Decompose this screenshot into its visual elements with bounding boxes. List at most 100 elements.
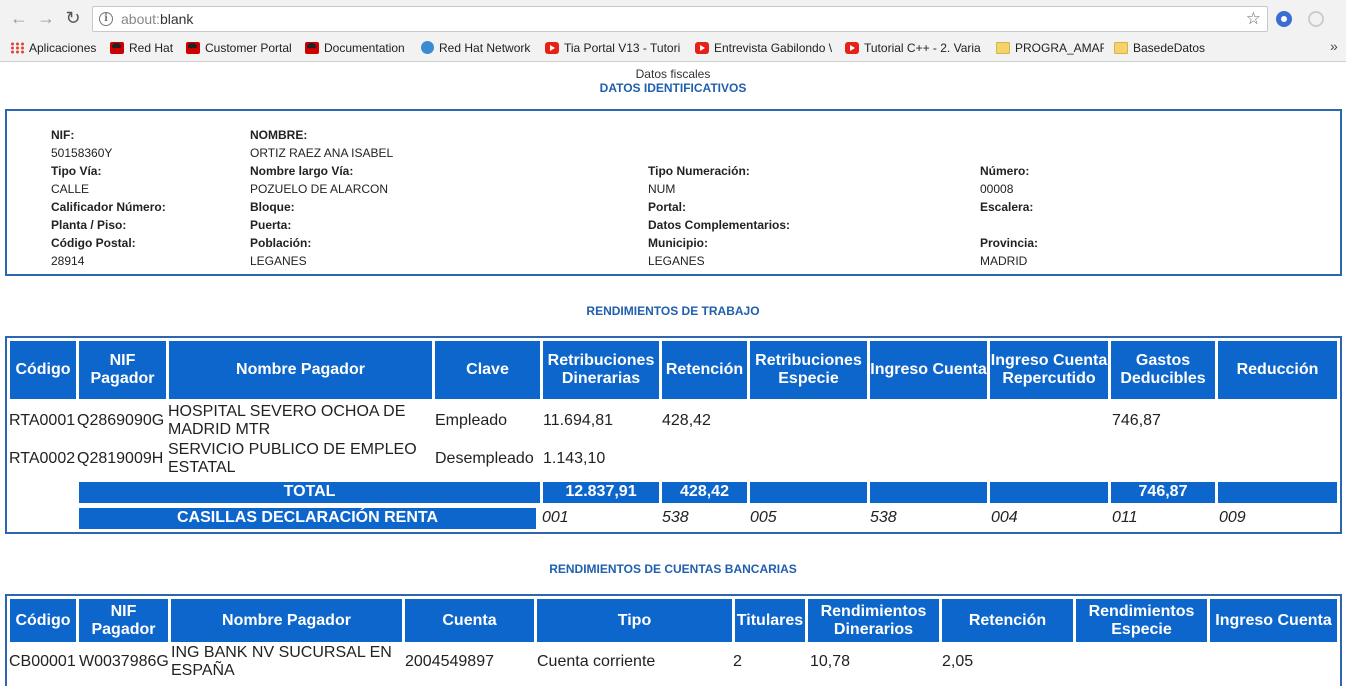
ident-heading: DATOS IDENTIFICATIVOS (599, 81, 747, 95)
bookmark-item[interactable]: Customer Portal (186, 39, 296, 57)
bookmarks-overflow-chevron-icon[interactable]: » (1330, 38, 1338, 54)
bookmark-item[interactable]: Tutorial C++ - 2. Varia (845, 39, 982, 57)
bookmark-item[interactable]: BasedeDatos (1114, 39, 1214, 57)
column-header: Retención (942, 599, 1073, 642)
bookmark-star-icon[interactable]: ☆ (1246, 9, 1261, 29)
casilla-cell: 538 (662, 509, 689, 526)
bookmark-label: BasedeDatos (1133, 41, 1206, 55)
table-cell: SERVICIO PUBLICO DE EMPLEO ESTATAL (168, 441, 417, 476)
info-icon[interactable]: i (99, 12, 113, 26)
table-cell: 2004549897 (405, 653, 494, 670)
nombre-label: NOMBRE: (250, 128, 308, 142)
total-cell (990, 482, 1108, 503)
bookmark-apps[interactable]: Aplicaciones (10, 39, 100, 57)
extension-icon[interactable] (1276, 11, 1292, 27)
bookmark-label: Entrevista Gabilondo \ (714, 41, 832, 55)
bloque-label: Bloque: (250, 200, 295, 214)
column-header: NIF Pagador (79, 599, 168, 642)
globe-icon (421, 41, 434, 54)
extension-icon[interactable] (1308, 11, 1324, 27)
table-cell: 746,87 (1112, 412, 1161, 429)
bookmark-item[interactable]: Documentation (305, 39, 412, 57)
column-header: Titulares (735, 599, 805, 642)
provincia-label: Provincia: (980, 236, 1039, 250)
bookmark-item[interactable]: Entrevista Gabilondo \ (695, 39, 832, 57)
cp-value: 28914 (51, 254, 85, 268)
municipio-label: Municipio: (648, 236, 708, 250)
column-header: Código (10, 341, 76, 399)
table-cell: 1.143,10 (543, 450, 606, 467)
address-bar[interactable]: i about:blank ☆ (92, 6, 1268, 32)
provincia-value: MADRID (980, 254, 1028, 268)
table-cell: 11.694,81 (543, 412, 613, 429)
url-path: blank (159, 11, 194, 27)
bookmark-label: Customer Portal (205, 41, 292, 55)
cp-label: Código Postal: (51, 236, 136, 250)
youtube-icon (545, 42, 559, 54)
column-header: Retribuciones Especie (750, 341, 867, 399)
numero-value: 00008 (980, 182, 1014, 196)
column-header: Nombre Pagador (169, 341, 432, 399)
reload-icon[interactable]: ↻ (63, 8, 83, 28)
url-scheme: about: (121, 11, 160, 27)
column-header: Ingreso Cuenta (1210, 599, 1337, 642)
table-cell: CB00001 (9, 653, 76, 670)
table-cell: Desempleado (435, 450, 534, 467)
escalera-label: Escalera: (980, 200, 1034, 214)
total-cell (750, 482, 867, 503)
casilla-cell: 011 (1112, 509, 1138, 526)
bookmark-label: Documentation (324, 41, 405, 55)
tipo-num-label: Tipo Numeración: (648, 164, 750, 178)
bookmarks-bar: Aplicaciones Red Hat Customer Portal Doc… (0, 37, 1346, 59)
puerta-label: Puerta: (250, 218, 292, 232)
column-header: Reducción (1218, 341, 1337, 399)
nif-value: 50158360Y (51, 146, 113, 160)
table-cell: Q2819009H (77, 450, 164, 467)
cuentas-table: Código NIF Pagador Nombre Pagador Cuenta… (5, 594, 1342, 686)
bookmark-label: Red Hat Network (439, 41, 531, 55)
table-cell: RTA0001 (9, 412, 76, 429)
table-cell: Q2869090G (77, 412, 165, 429)
total-cell (1218, 482, 1337, 503)
folder-icon (1114, 42, 1128, 54)
trabajo-heading: RENDIMIENTOS DE TRABAJO (586, 304, 760, 318)
ident-panel: NIF: 50158360Y NOMBRE: ORTIZ RAEZ ANA IS… (5, 109, 1342, 276)
bookmark-item[interactable]: PROGRA_AMAR (996, 39, 1104, 57)
bookmark-item[interactable]: Red Hat (110, 39, 178, 57)
table-cell: Empleado (435, 412, 508, 429)
bookmark-label: Tia Portal V13 - Tutori (564, 41, 681, 55)
trabajo-table: Código NIF Pagador Nombre Pagador Clave … (5, 336, 1342, 534)
column-header: Tipo (537, 599, 732, 642)
forward-arrow-icon[interactable]: → (36, 8, 56, 28)
bookmark-label: Red Hat (129, 41, 174, 55)
redhat-icon (110, 42, 124, 54)
casilla-cell: 005 (750, 509, 777, 526)
portal-label: Portal: (648, 200, 687, 214)
column-header: Nombre Pagador (171, 599, 402, 642)
table-cell: ING BANK NV SUCURSAL EN ESPAÑA (171, 644, 392, 679)
column-header: Clave (435, 341, 540, 399)
municipio-value: LEGANES (648, 254, 705, 268)
folder-icon (996, 42, 1010, 54)
column-header: NIF Pagador (79, 341, 166, 399)
casillas-label: CASILLAS DECLARACIÓN RENTA (79, 508, 536, 529)
table-cell: W0037986G (79, 653, 169, 670)
column-header: Gastos Deducibles (1111, 341, 1215, 399)
column-header: Retención (662, 341, 747, 399)
youtube-icon (695, 42, 709, 54)
url-text[interactable]: about:blank (121, 11, 193, 27)
bookmark-item[interactable]: Red Hat Network (421, 39, 537, 57)
table-cell: Cuenta corriente (537, 653, 656, 670)
column-header: Cuenta (405, 599, 534, 642)
nombre-via-value: POZUELO DE ALARCON (250, 182, 389, 196)
column-header: Retribuciones Dinerarias (543, 341, 659, 399)
nombre-value: ORTIZ RAEZ ANA ISABEL (250, 146, 394, 160)
column-header: Ingreso Cuenta Repercutido (990, 341, 1108, 399)
planta-label: Planta / Piso: (51, 218, 127, 232)
table-cell: RTA0002 (9, 450, 76, 467)
back-arrow-icon[interactable]: ← (9, 8, 29, 28)
total-cell: 746,87 (1111, 482, 1215, 503)
apps-icon (10, 42, 24, 54)
bookmark-item[interactable]: Tia Portal V13 - Tutori (545, 39, 682, 57)
tipo-num-value: NUM (648, 182, 676, 196)
